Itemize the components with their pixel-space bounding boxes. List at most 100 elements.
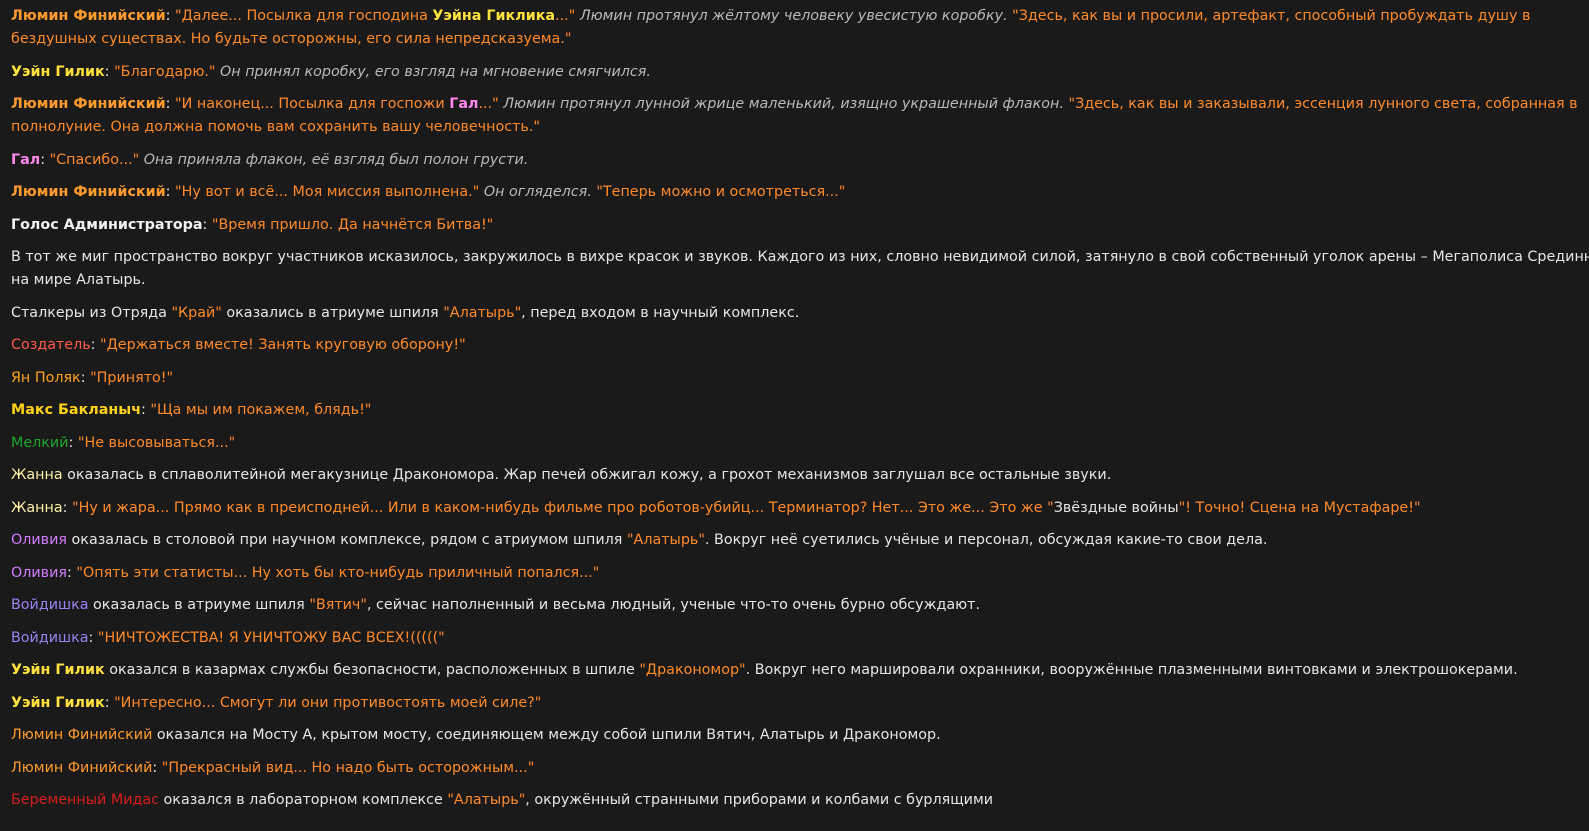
speaker-name[interactable]: Люмин Финийский (11, 760, 152, 776)
separator: : (67, 564, 77, 581)
log-line: Уэйн Гилик оказался в казармах службы бе… (11, 659, 1589, 682)
log-line: Войдишка оказалась в атриуме шпиля "Вяти… (11, 594, 1589, 617)
speaker-name[interactable]: Оливия (11, 532, 67, 548)
log-line: Жанна оказалась в сплаволитейной мегакуз… (11, 464, 1589, 487)
narration-text: оказалась в столовой при научном комплек… (67, 532, 627, 548)
log-line: В тот же миг пространство вокруг участни… (11, 246, 1589, 292)
place-name: "Край" (171, 304, 222, 321)
dialogue-quote: "Держаться вместе! Занять круговую оборо… (100, 337, 466, 353)
log-line: Создатель: "Держаться вместе! Занять кру… (11, 334, 1589, 357)
log-line: Уэйн Гилик: "Благодарю." Он принял короб… (11, 61, 1589, 84)
dialogue-quote: "Не высовываться..." (77, 434, 236, 451)
speaker-name[interactable]: Уэйн Гилик (11, 662, 105, 678)
chat-log: Люмин Финийский: "Далее... Посылка для г… (11, 5, 1589, 822)
narration-text: В тот же миг пространство вокруг участни… (11, 249, 1589, 265)
dialogue-quote: "НИЧТОЖЕСТВА! Я УНИЧТОЖУ ВАС ВСЕХ!(((((" (97, 629, 445, 646)
speaker-name[interactable]: Люмин Финийский (11, 8, 166, 24)
separator: : (202, 216, 212, 233)
place-name: "Алатырь" (626, 532, 705, 548)
speaker-name[interactable]: Оливия (11, 565, 67, 581)
dialogue-quote: "Теперь можно и осмотреться..." (596, 184, 846, 200)
dialogue-quote: "Ну и жара... Прямо как в преисподней...… (72, 499, 1054, 516)
dialogue-quote: "Интересно... Смогут ли они противостоят… (114, 694, 542, 711)
speaker-name[interactable]: Уэйн Гилик (11, 64, 105, 80)
narration-text: , окружённый странными приборами и колба… (525, 792, 994, 808)
log-line: Оливия оказалась в столовой при научном … (11, 529, 1589, 552)
dialogue-quote: "Время пришло. Да начнётся Битва!" (211, 216, 494, 233)
mentioned-name: Уэйна Гиклика (432, 8, 556, 24)
log-line: Голос Администратора: "Время пришло. Да … (11, 214, 1589, 237)
place-name: "Вятич" (309, 597, 367, 613)
speaker-name[interactable]: Войдишка (11, 597, 89, 613)
place-name: "Дракономор" (639, 662, 746, 678)
speaker-name[interactable]: Беременный Мидас (11, 792, 159, 808)
log-line: Люмин Финийский: "Далее... Посылка для г… (11, 5, 1589, 51)
separator: : (165, 96, 176, 112)
log-line: Люмин Финийский: "Прекрасный вид... Но н… (11, 757, 1589, 780)
mentioned-name: Гал (449, 96, 479, 112)
dialogue-quote: "Опять эти статисты... Ну хоть бы кто-ни… (76, 564, 600, 581)
narration-text: . Вокруг него маршировали охранники, воо… (745, 662, 1518, 678)
log-line: Уэйн Гилик: "Интересно... Смогут ли они … (11, 692, 1589, 715)
speaker-name[interactable]: Уэйн Гилик (11, 695, 105, 711)
speaker-name[interactable]: Люмин Финийский (11, 96, 166, 112)
dialogue-quote: ..." (555, 8, 576, 24)
narration-text: оказались в атриуме шпиля (221, 304, 444, 321)
narration-text: оказался в казармах службы безопасности,… (104, 662, 640, 678)
separator: : (152, 759, 162, 776)
narration-text: . Вокруг неё суетились учёные и персонал… (704, 532, 1268, 548)
separator: : (104, 63, 115, 80)
narration-text: , сейчас наполненный и весьма людный, уч… (366, 597, 981, 613)
speaker-name[interactable]: Создатель (11, 337, 91, 353)
dialogue-quote: "Ну вот и всё... Моя миссия выполнена." (175, 184, 480, 200)
narration-text: на мире Алатырь. (11, 272, 146, 288)
speaker-name[interactable]: Гал (11, 152, 40, 168)
dialogue-quote: "! Точно! Сцена на Мустафаре!" (1178, 499, 1421, 516)
narration-text: Сталкеры из Отряда (11, 304, 172, 321)
log-line: Сталкеры из Отряда "Край" оказались в ат… (11, 302, 1589, 325)
dialogue-quote: "Спасибо..." (49, 151, 140, 168)
speaker-name[interactable]: Макс Бакланыч (11, 402, 141, 418)
narration-text: оказался на Мосту А, крытом мосту, соеди… (152, 727, 941, 743)
separator: : (90, 337, 101, 353)
log-line: Жанна: "Ну и жара... Прямо как в преиспо… (11, 497, 1589, 520)
narration-text: оказалась в атриуме шпиля (88, 597, 310, 613)
separator: : (80, 369, 91, 386)
narration-text: оказался в лабораторном комплексе (159, 792, 448, 808)
speaker-name[interactable]: Люмин Финийский (11, 727, 152, 743)
action-narration: Люмин протянул лунной жрице маленький, и… (498, 96, 1069, 112)
place-name: "Алатырь" (447, 792, 526, 808)
separator: : (68, 434, 78, 451)
speaker-name[interactable]: Голос Администратора (11, 217, 203, 233)
dialogue-quote: ..." (478, 96, 499, 112)
separator: : (141, 402, 151, 418)
dialogue-quote: "Далее... Посылка для господина (175, 8, 433, 24)
separator: : (104, 694, 115, 711)
dialogue-quote: "Прекрасный вид... Но надо быть осторожн… (161, 759, 535, 776)
log-line: Мелкий: "Не высовываться..." (11, 432, 1589, 455)
log-line: Люмин Финийский: "Ну вот и всё... Моя ми… (11, 181, 1589, 204)
dialogue-quote: "Принято!" (90, 369, 174, 386)
speaker-name[interactable]: Войдишка (11, 630, 89, 646)
separator: : (40, 151, 50, 168)
log-line: Макс Бакланыч: "Ща мы им покажем, блядь!… (11, 399, 1589, 422)
speaker-name[interactable]: Мелкий (11, 435, 69, 451)
speaker-name[interactable]: Ян Поляк (11, 370, 81, 386)
quoted-title: Звёздные войны (1053, 499, 1179, 516)
log-line: Гал: "Спасибо..." Она приняла флакон, её… (11, 149, 1589, 172)
speaker-name[interactable]: Люмин Финийский (11, 184, 166, 200)
log-line: Войдишка: "НИЧТОЖЕСТВА! Я УНИЧТОЖУ ВАС В… (11, 627, 1589, 650)
dialogue-quote: "И наконец... Посылка для госпожи (175, 96, 450, 112)
action-narration: Люмин протянул жёлтому человеку увесисту… (575, 8, 1013, 24)
narration-text: оказалась в сплаволитейной мегакузнице Д… (62, 467, 1112, 483)
speaker-name[interactable]: Жанна (11, 500, 63, 516)
action-narration: Она приняла флакон, её взгляд был полон … (139, 151, 529, 168)
separator: : (62, 499, 72, 516)
narration-text: , перед входом в научный комплекс. (521, 304, 800, 321)
speaker-name[interactable]: Жанна (11, 467, 63, 483)
separator: : (165, 184, 176, 200)
log-line: Люмин Финийский оказался на Мосту А, кры… (11, 724, 1589, 747)
separator: : (88, 629, 98, 646)
log-line: Люмин Финийский: "И наконец... Посылка д… (11, 93, 1589, 139)
action-narration: Он огляделся. (479, 184, 597, 200)
